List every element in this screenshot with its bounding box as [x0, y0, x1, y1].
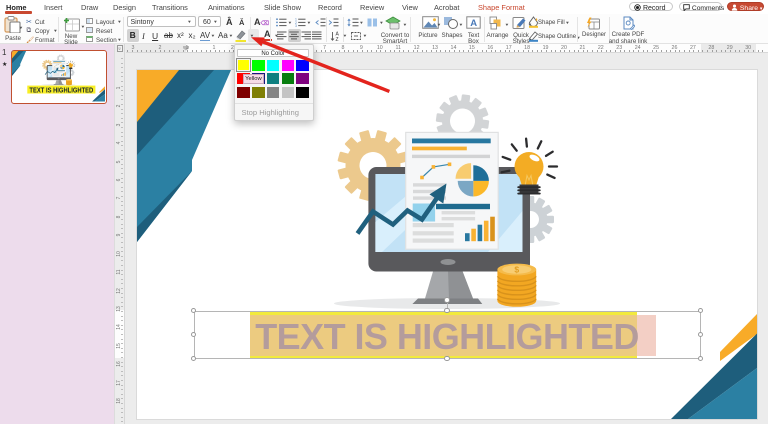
svg-text:Z: Z [336, 37, 339, 41]
svg-text:A: A [470, 18, 477, 29]
svg-text:TEXT IS HIGHLIGHTED: TEXT IS HIGHLIGHTED [29, 87, 93, 95]
svg-text:$: $ [514, 264, 519, 274]
svg-text:3: 3 [295, 24, 297, 27]
